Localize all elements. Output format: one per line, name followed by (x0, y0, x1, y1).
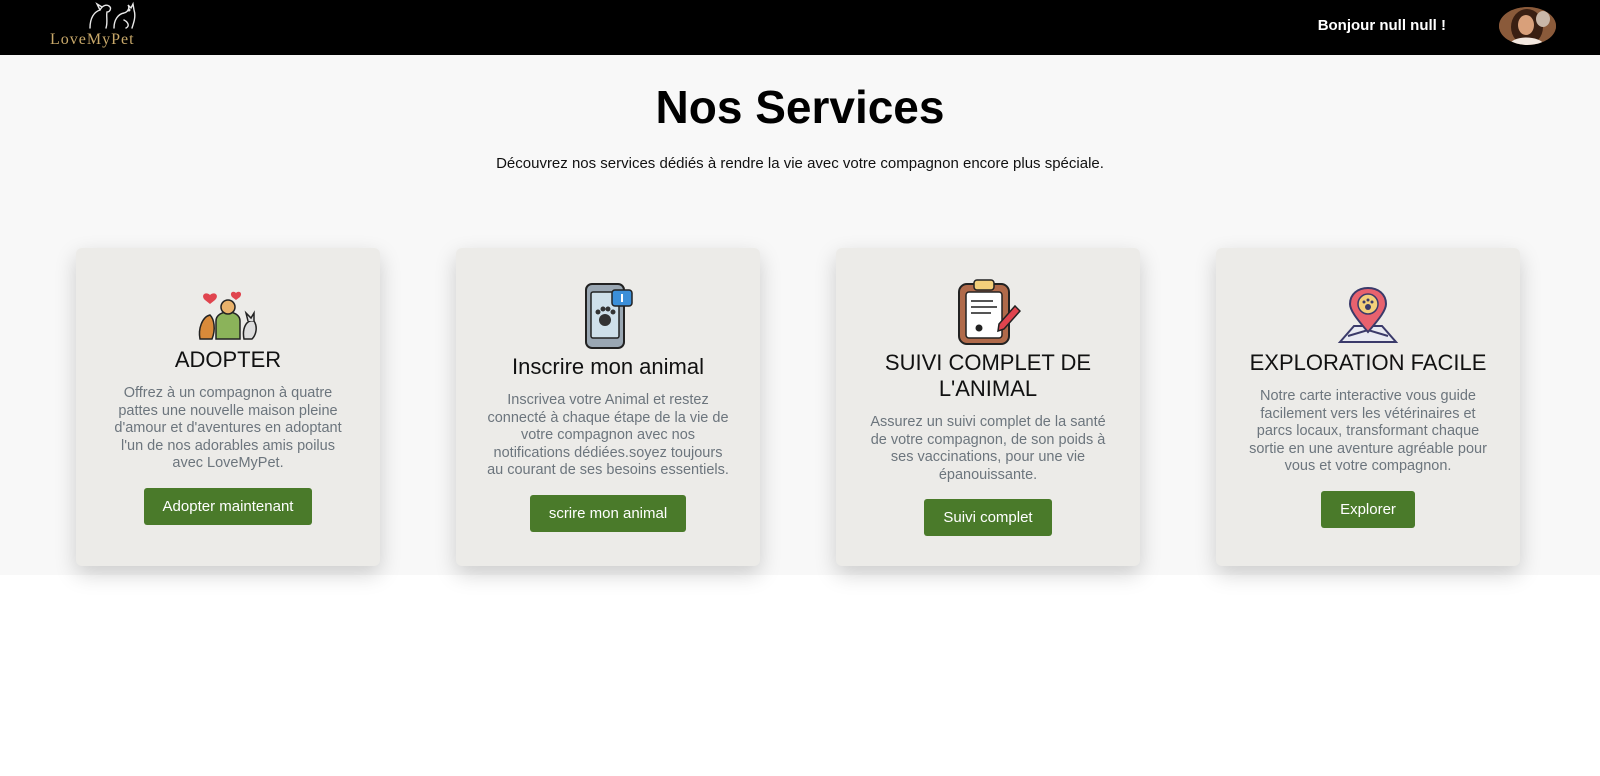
logo-text: LoveMyPet (50, 31, 135, 48)
logo[interactable]: LoveMyPet (48, 0, 176, 52)
dog-cat-logo-icon (89, 1, 136, 29)
adopt-now-button[interactable]: Adopter maintenant (143, 487, 313, 525)
clipboard-paw-icon (958, 279, 1021, 345)
service-card-tracking: SUIVI COMPLET DE L'ANIMAL Assurez un sui… (836, 248, 1140, 566)
map-pin-paw-icon (1337, 287, 1399, 344)
pet-love-icon (198, 292, 257, 340)
service-card-explore: EXPLORATION FACILE Notre carte interacti… (1216, 248, 1520, 566)
card-title: Inscrire mon animal (512, 354, 704, 380)
card-title: EXPLORATION FACILE (1249, 350, 1487, 376)
page-subtitle: Découvrez nos services dédiés à rendre l… (496, 155, 1104, 172)
card-description: Notre carte interactive vous guide facil… (1249, 388, 1487, 475)
card-description: Assurez un suivi complet de la santé de … (870, 414, 1106, 483)
service-card-adopter: ADOPTER Offrez à un compagnon à quatre p… (76, 248, 380, 566)
card-title: ADOPTER (174, 347, 282, 373)
card-description: Inscrivea votre Animal et restez connect… (487, 392, 729, 479)
service-card-register: Inscrire mon animal Inscrivea votre Anim… (456, 248, 760, 566)
phone-paw-icon (585, 283, 633, 350)
register-pet-button[interactable]: scrire mon animal (529, 494, 687, 532)
full-tracking-button[interactable]: Suivi complet (924, 499, 1052, 536)
user-photo-icon (1499, 7, 1556, 45)
page-title: Nos Services (655, 81, 945, 133)
card-title: SUIVI COMPLET DE L'ANIMAL (884, 350, 1092, 401)
top-navbar: LoveMyPet Bonjour null null ! (0, 0, 1600, 55)
user-greeting: Bonjour null null ! (1317, 17, 1446, 34)
avatar[interactable] (1499, 7, 1556, 45)
explore-button[interactable]: Explorer (1321, 490, 1415, 528)
card-description: Offrez à un compagnon à quatre pattes un… (114, 385, 342, 472)
